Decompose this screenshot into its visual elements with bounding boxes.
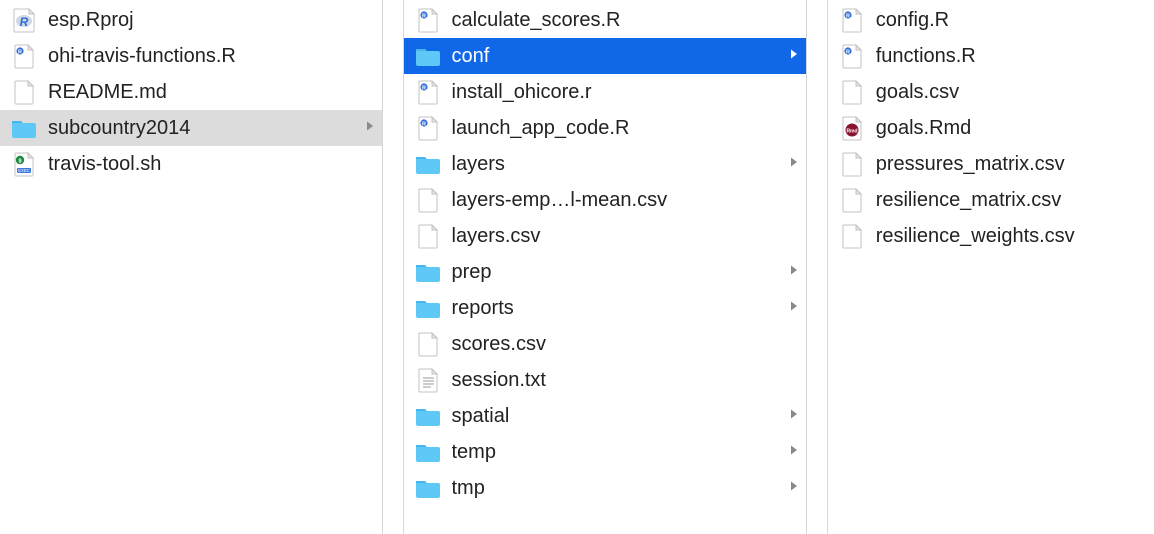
file-name-label: temp — [452, 441, 784, 464]
folder-row[interactable]: subcountry2014 — [0, 110, 382, 146]
file-name-label: README.md — [48, 81, 376, 104]
folder-icon — [414, 474, 442, 502]
folder-icon — [414, 42, 442, 70]
blank-icon — [10, 78, 38, 106]
file-name-label: reports — [452, 297, 784, 320]
file-name-label: subcountry2014 — [48, 117, 360, 140]
file-row[interactable]: resilience_weights.csv — [828, 218, 1154, 254]
file-row[interactable]: goals.Rmd — [828, 110, 1154, 146]
file-row[interactable]: layers-emp…l-mean.csv — [404, 182, 806, 218]
file-name-label: travis-tool.sh — [48, 153, 376, 176]
folder-row[interactable]: temp — [404, 434, 806, 470]
blank-icon — [838, 186, 866, 214]
file-name-label: esp.Rproj — [48, 9, 376, 32]
file-name-label: session.txt — [452, 369, 800, 392]
file-name-label: layers.csv — [452, 225, 800, 248]
blank-icon — [838, 78, 866, 106]
file-name-label: resilience_weights.csv — [876, 225, 1148, 248]
chevron-right-icon — [784, 47, 800, 65]
folder-icon — [414, 150, 442, 178]
chevron-right-icon — [784, 299, 800, 317]
file-row[interactable]: resilience_matrix.csv — [828, 182, 1154, 218]
file-name-label: spatial — [452, 405, 784, 428]
blank-icon — [414, 186, 442, 214]
file-name-label: pressures_matrix.csv — [876, 153, 1148, 176]
file-name-label: launch_app_code.R — [452, 117, 800, 140]
file-name-label: calculate_scores.R — [452, 9, 800, 32]
file-name-label: ohi-travis-functions.R — [48, 45, 376, 68]
blank-icon — [838, 222, 866, 250]
file-row[interactable]: launch_app_code.R — [404, 110, 806, 146]
folder-row[interactable]: conf — [404, 38, 806, 74]
file-name-label: conf — [452, 45, 784, 68]
blank-icon — [414, 222, 442, 250]
chevron-right-icon — [784, 443, 800, 461]
file-name-label: goals.Rmd — [876, 117, 1148, 140]
file-name-label: prep — [452, 261, 784, 284]
column-subcountry2014[interactable]: calculate_scores.Rconf install_ohicore.rl… — [403, 0, 807, 534]
rproj-icon — [10, 6, 38, 34]
blank-icon — [414, 330, 442, 358]
rfile-icon — [414, 114, 442, 142]
file-name-label: layers-emp…l-mean.csv — [452, 189, 800, 212]
file-row[interactable]: ohi-travis-functions.R — [0, 38, 382, 74]
folder-icon — [414, 258, 442, 286]
file-row[interactable]: config.R — [828, 2, 1154, 38]
folder-icon — [10, 114, 38, 142]
blank-icon — [838, 150, 866, 178]
txt-icon — [414, 366, 442, 394]
rfile-icon — [838, 42, 866, 70]
folder-icon — [414, 402, 442, 430]
folder-icon — [414, 438, 442, 466]
finder-column-view: esp.Rproj ohi-travis-functions.R README.md… — [0, 0, 1154, 534]
chevron-right-icon — [784, 155, 800, 173]
column-root[interactable]: esp.Rproj ohi-travis-functions.R README.md… — [0, 0, 383, 534]
file-row[interactable]: goals.csv — [828, 74, 1154, 110]
chevron-right-icon — [784, 407, 800, 425]
rfile-icon — [10, 42, 38, 70]
file-row[interactable]: calculate_scores.R — [404, 2, 806, 38]
folder-row[interactable]: prep — [404, 254, 806, 290]
chevron-right-icon — [784, 479, 800, 497]
folder-row[interactable]: layers — [404, 146, 806, 182]
file-name-label: functions.R — [876, 45, 1148, 68]
folder-icon — [414, 294, 442, 322]
file-name-label: resilience_matrix.csv — [876, 189, 1148, 212]
rfile-icon — [414, 6, 442, 34]
folder-row[interactable]: tmp — [404, 470, 806, 506]
rfile-icon — [838, 6, 866, 34]
file-row[interactable]: esp.Rproj — [0, 2, 382, 38]
file-name-label: config.R — [876, 9, 1148, 32]
file-row[interactable]: layers.csv — [404, 218, 806, 254]
sh-icon — [10, 150, 38, 178]
file-row[interactable]: scores.csv — [404, 326, 806, 362]
file-row[interactable]: README.md — [0, 74, 382, 110]
file-row[interactable]: install_ohicore.r — [404, 74, 806, 110]
file-name-label: install_ohicore.r — [452, 81, 800, 104]
rfile-icon — [414, 78, 442, 106]
file-row[interactable]: pressures_matrix.csv — [828, 146, 1154, 182]
rmd-icon — [838, 114, 866, 142]
file-row[interactable]: travis-tool.sh — [0, 146, 382, 182]
column-conf[interactable]: config.R functions.R goals.csv goals.Rmd pre… — [827, 0, 1154, 534]
file-row[interactable]: session.txt — [404, 362, 806, 398]
file-name-label: tmp — [452, 477, 784, 500]
folder-row[interactable]: spatial — [404, 398, 806, 434]
file-name-label: goals.csv — [876, 81, 1148, 104]
chevron-right-icon — [784, 263, 800, 281]
file-row[interactable]: functions.R — [828, 38, 1154, 74]
chevron-right-icon — [360, 119, 376, 137]
file-name-label: scores.csv — [452, 333, 800, 356]
file-name-label: layers — [452, 153, 784, 176]
folder-row[interactable]: reports — [404, 290, 806, 326]
